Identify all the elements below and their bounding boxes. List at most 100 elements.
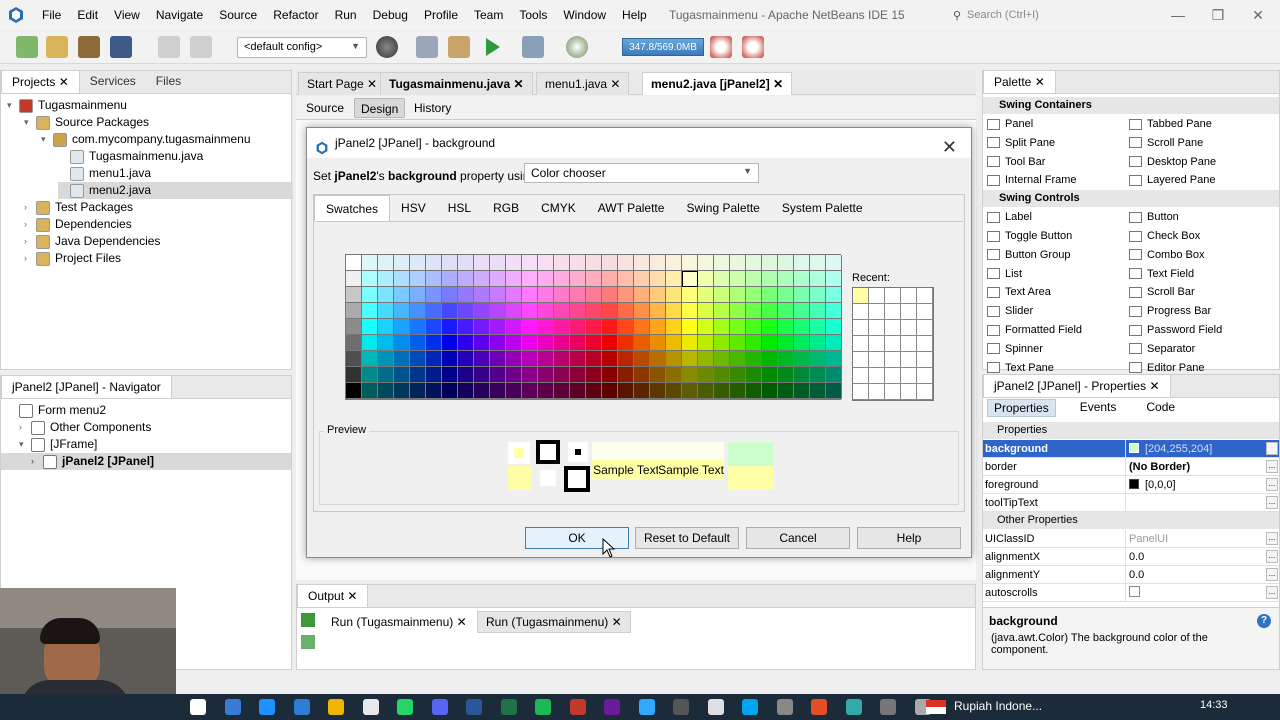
color-swatch[interactable] <box>618 383 634 399</box>
color-swatch[interactable] <box>458 319 474 335</box>
color-swatch[interactable] <box>714 303 730 319</box>
color-swatch[interactable] <box>826 255 842 271</box>
taskbar-app-icon[interactable] <box>880 699 896 715</box>
color-swatch[interactable] <box>346 319 362 335</box>
property-value[interactable]: (No Border) <box>1125 458 1253 475</box>
color-swatch[interactable] <box>522 271 538 287</box>
tab-files[interactable]: Files <box>146 70 191 93</box>
toggle-icon[interactable]: ▾ <box>19 436 31 453</box>
color-swatch[interactable] <box>522 287 538 303</box>
color-swatch[interactable] <box>394 383 410 399</box>
color-swatch[interactable] <box>538 383 554 399</box>
color-swatch[interactable] <box>698 287 714 303</box>
taskbar-app-icon[interactable] <box>845 699 862 715</box>
color-swatch[interactable] <box>522 319 538 335</box>
color-swatch[interactable] <box>682 287 698 303</box>
taskbar-app-icon[interactable] <box>604 699 620 715</box>
color-swatch[interactable] <box>586 271 602 287</box>
palette-item[interactable]: Tabbed Pane <box>1129 115 1212 133</box>
color-swatch[interactable] <box>394 367 410 383</box>
color-swatch[interactable] <box>586 351 602 367</box>
navigator-node[interactable]: › jPanel2 [JPanel] <box>1 453 291 470</box>
build-hammer-icon[interactable] <box>416 36 438 58</box>
color-swatch[interactable] <box>794 271 810 287</box>
color-swatch[interactable] <box>778 319 794 335</box>
color-swatch[interactable] <box>794 255 810 271</box>
menu-view[interactable]: View <box>106 0 148 30</box>
profile-ide-icon[interactable] <box>742 36 764 58</box>
color-swatch[interactable] <box>666 287 682 303</box>
help-icon[interactable]: ? <box>1257 614 1271 628</box>
editor-method-select[interactable]: Color chooser ▼ <box>524 163 759 183</box>
color-swatch[interactable] <box>458 303 474 319</box>
palette-item[interactable]: Text Area <box>987 283 1051 301</box>
color-swatch[interactable] <box>426 351 442 367</box>
color-swatch[interactable] <box>666 303 682 319</box>
color-swatch[interactable] <box>730 367 746 383</box>
property-row[interactable]: alignmentY 0.0... <box>983 566 1279 584</box>
color-swatch[interactable] <box>394 271 410 287</box>
palette-item[interactable]: Separator <box>1129 340 1195 358</box>
color-swatch[interactable] <box>570 351 586 367</box>
menu-navigate[interactable]: Navigate <box>148 0 211 30</box>
recent-swatch[interactable] <box>869 384 885 400</box>
ellipsis-button[interactable]: ... <box>1266 550 1278 563</box>
color-swatch[interactable] <box>586 303 602 319</box>
color-swatch[interactable] <box>506 287 522 303</box>
tab-menu1[interactable]: menu1.java ✕ <box>536 72 630 95</box>
color-swatch[interactable] <box>346 287 362 303</box>
color-swatch[interactable] <box>570 271 586 287</box>
menu-profile[interactable]: Profile <box>416 0 466 30</box>
color-swatch[interactable] <box>458 351 474 367</box>
recent-swatch[interactable] <box>885 336 901 352</box>
color-swatch[interactable] <box>762 287 778 303</box>
close-icon[interactable]: ✕ <box>1035 75 1045 89</box>
recent-swatch-grid[interactable] <box>852 287 934 401</box>
recent-swatch[interactable] <box>901 304 917 320</box>
color-swatch[interactable] <box>730 287 746 303</box>
recent-swatch[interactable] <box>885 384 901 400</box>
open-project-icon[interactable] <box>78 36 100 58</box>
property-row[interactable]: alignmentX 0.0... <box>983 548 1279 566</box>
tab-navigator[interactable]: jPanel2 [JPanel] - Navigator <box>1 375 172 398</box>
recent-swatch[interactable] <box>917 320 933 336</box>
color-swatch[interactable] <box>634 255 650 271</box>
color-swatch[interactable] <box>426 367 442 383</box>
color-swatch[interactable] <box>378 303 394 319</box>
color-swatch[interactable] <box>410 335 426 351</box>
color-swatch[interactable] <box>810 383 826 399</box>
taskbar-app-icon[interactable] <box>569 699 586 715</box>
color-swatch[interactable] <box>458 335 474 351</box>
color-swatch[interactable] <box>826 319 842 335</box>
color-swatch[interactable] <box>730 255 746 271</box>
palette-item[interactable]: Layered Pane <box>1129 171 1216 189</box>
color-swatch[interactable] <box>666 335 682 351</box>
color-swatch[interactable] <box>426 255 442 271</box>
color-swatch[interactable] <box>618 319 634 335</box>
recent-swatch[interactable] <box>853 304 869 320</box>
color-swatch[interactable] <box>618 351 634 367</box>
taskbar-app-icon[interactable] <box>638 699 655 715</box>
color-swatch[interactable] <box>506 255 522 271</box>
menu-run[interactable]: Run <box>327 0 365 30</box>
color-swatch[interactable] <box>362 271 378 287</box>
recent-swatch[interactable] <box>885 352 901 368</box>
recent-swatch[interactable] <box>901 336 917 352</box>
color-swatch[interactable] <box>490 255 506 271</box>
color-swatch[interactable] <box>682 319 698 335</box>
color-swatch[interactable] <box>410 319 426 335</box>
globe-icon[interactable] <box>376 36 398 58</box>
color-swatch[interactable] <box>522 367 538 383</box>
color-swatch[interactable] <box>778 367 794 383</box>
tray-ticker[interactable]: Rupiah Indone... <box>954 699 1042 713</box>
color-swatch[interactable] <box>714 383 730 399</box>
color-swatch[interactable] <box>650 287 666 303</box>
palette-item[interactable]: Panel <box>987 115 1033 133</box>
tab-events[interactable]: Events <box>1060 399 1137 417</box>
color-swatch[interactable] <box>810 303 826 319</box>
color-swatch[interactable] <box>698 255 714 271</box>
color-swatch[interactable] <box>458 367 474 383</box>
palette-item[interactable]: Formatted Field <box>987 321 1082 339</box>
tab-properties[interactable]: Properties <box>987 399 1056 417</box>
toggle-icon[interactable]: › <box>24 233 36 250</box>
